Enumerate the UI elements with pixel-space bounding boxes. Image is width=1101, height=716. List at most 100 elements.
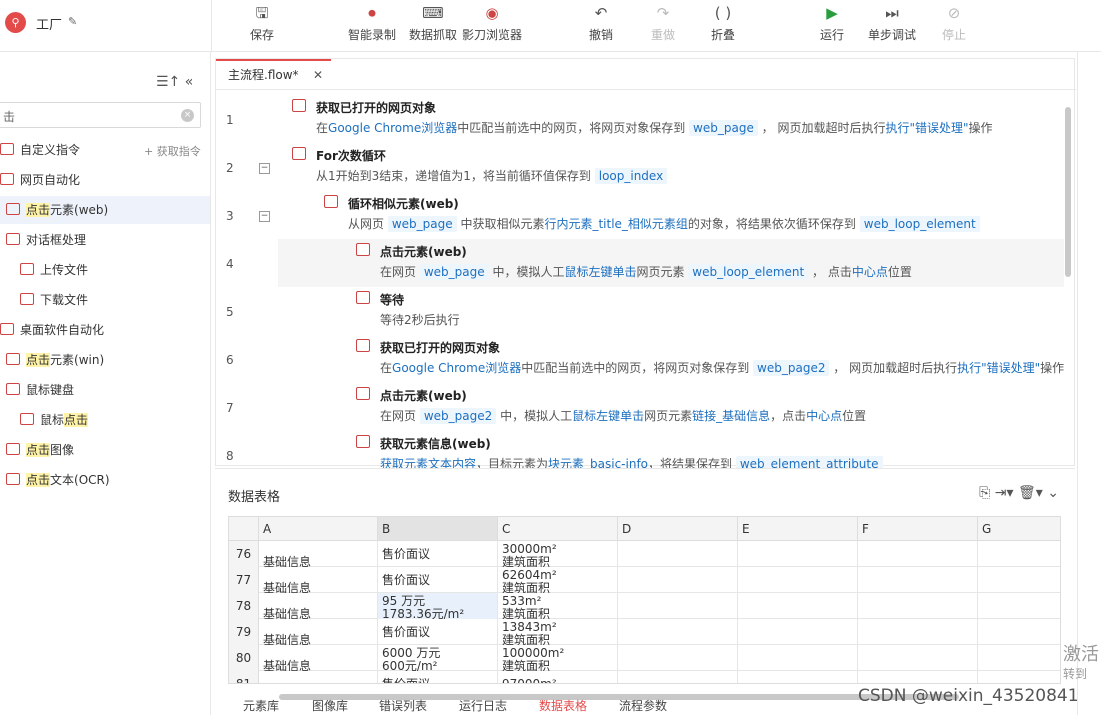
redo-button[interactable]: ↷ 重做 [647,2,679,48]
fold-toggle-icon[interactable]: − [259,163,270,174]
table-cell[interactable] [978,593,1060,619]
table-cell[interactable]: 6000 万元 600元/m² [378,645,498,671]
row-number[interactable]: 77 [229,567,259,593]
sidebar-item[interactable]: 自定义指令 [0,136,210,164]
table-cell[interactable] [978,541,1060,567]
variable-chip[interactable]: web_page [419,264,489,280]
close-tab-icon[interactable]: ✕ [313,61,323,89]
flow-step[interactable]: 3 − 循环相似元素(web) 从网页 web_page 中获取相似元素行内元素_ti… [216,191,1064,239]
bottom-tab[interactable]: 流程参数 [619,697,667,714]
param-link[interactable]: 鼠标左键单击 [572,409,644,423]
save-button[interactable]: 🖫 保存 [246,2,278,48]
stop-button[interactable]: ⊘ 停止 [938,2,970,48]
project-name[interactable]: 工厂 [36,14,62,33]
table-cell[interactable] [618,567,738,593]
instruction-search-input[interactable]: 击 × [0,102,201,128]
variable-chip[interactable]: web_page2 [419,408,497,424]
param-link[interactable]: 执行"错误处理" [957,361,1040,375]
step-debug-button[interactable]: ⏭ 单步调试 [865,2,919,48]
param-link[interactable]: 中心点 [806,409,842,423]
table-cell[interactable] [978,567,1060,593]
column-header[interactable]: G [978,517,1060,541]
table-cell[interactable] [618,645,738,671]
table-cell[interactable] [738,593,858,619]
column-header[interactable]: D [618,517,738,541]
clear-search-icon[interactable]: × [181,109,194,122]
table-cell[interactable]: 基础信息 [259,645,378,671]
sidebar-item[interactable]: 鼠标键盘 [0,376,210,404]
table-cell[interactable]: 13843m² 建筑面积 [498,619,618,645]
table-cell[interactable]: 100000m² 建筑面积 [498,645,618,671]
table-cell[interactable] [618,671,738,683]
table-cell[interactable] [618,593,738,619]
sidebar-item[interactable]: 鼠标点击 [0,406,210,434]
data-capture-button[interactable]: ⌨ 数据抓取 [407,2,459,48]
data-grid[interactable]: A B C D E F G 76 基础信息 售价面议 30000m² 建筑面积 77 基础信息 售价面议 62… [228,516,1061,684]
column-header[interactable]: B [378,517,498,541]
tab-main-flow[interactable]: 主流程.flow* ✕ [216,59,331,89]
edit-project-name-icon[interactable]: ✎ [68,15,77,28]
flow-step[interactable]: 5 等待 等待2秒后执行 [216,287,1064,335]
table-cell[interactable]: 基础信息 [259,619,378,645]
table-cell[interactable] [738,541,858,567]
table-cell[interactable]: 62604m² 建筑面积 [498,567,618,593]
table-cell[interactable] [738,619,858,645]
table-cell[interactable] [978,619,1060,645]
table-cell[interactable] [858,567,978,593]
sidebar-item[interactable]: 点击图像 [0,436,210,464]
record-button[interactable]: ⏺ 智能录制 [346,2,398,48]
table-cell[interactable] [858,671,978,683]
table-cell[interactable] [858,645,978,671]
sidebar-item[interactable]: 点击文本(OCR) [0,466,210,494]
sidebar-item[interactable]: 上传文件 [0,256,210,284]
sidebar-item[interactable]: 桌面软件自动化 [0,316,210,344]
sidebar-item[interactable]: 下载文件 [0,286,210,314]
variable-chip[interactable]: web_loop_element [859,216,980,232]
param-link[interactable]: 执行"错误处理" [885,121,968,135]
table-cell[interactable] [738,645,858,671]
param-link[interactable]: Google Chrome浏览器 [392,361,521,375]
table-cell[interactable] [618,541,738,567]
table-cell[interactable] [618,619,738,645]
param-link[interactable]: 行内元素_title_相似元素组 [544,217,687,231]
run-button[interactable]: ▶ 运行 [816,2,848,48]
table-cell[interactable]: 基础信息 [259,593,378,619]
row-number[interactable]: 76 [229,541,259,567]
sort-collapse-icons[interactable]: ☰↑ « [156,74,193,90]
table-cell[interactable]: 售价面议 [378,619,498,645]
param-link[interactable]: Google Chrome浏览器 [328,121,457,135]
variable-chip[interactable]: web_page2 [753,360,830,376]
bottom-tab[interactable]: 元素库 [243,697,279,714]
flow-step[interactable]: 2 − For次数循环 从1开始到3结束，递增值为1，将当前循环值保存到 loop_i… [216,143,1064,191]
param-link[interactable]: 鼠标左键单击 [564,265,636,279]
table-cell[interactable]: 533m² 建筑面积 [498,593,618,619]
table-cell[interactable]: 售价面议 [378,541,498,567]
variable-chip[interactable]: web_loop_element [688,264,809,280]
table-cell[interactable]: 售价面议 [378,567,498,593]
fold-toggle-icon[interactable]: − [259,211,270,222]
bottom-tab[interactable]: 错误列表 [379,697,427,714]
column-header[interactable]: E [738,517,858,541]
editor-scrollbar[interactable] [1064,97,1072,467]
sidebar-item[interactable]: 点击元素(win) [0,346,210,374]
grid-corner[interactable] [229,517,259,541]
table-cell[interactable]: 基础信息 [259,567,378,593]
table-cell[interactable]: 售价面议 [378,671,498,683]
table-cell[interactable] [858,619,978,645]
column-header[interactable]: F [858,517,978,541]
table-cell[interactable] [738,567,858,593]
column-header[interactable]: C [498,517,618,541]
flow-step[interactable]: 4 点击元素(web) 在网页 web_page 中，模拟人工鼠标左键单击网页元素 … [216,239,1064,287]
table-cell[interactable]: 97000m² [498,671,618,683]
variable-chip[interactable]: web_page [387,216,457,232]
bottom-tab[interactable]: 图像库 [312,697,348,714]
sidebar-item[interactable]: 对话框处理 [0,226,210,254]
table-cell[interactable] [978,645,1060,671]
table-cell[interactable] [738,671,858,683]
table-cell[interactable] [978,671,1060,683]
flow-step[interactable]: 6 获取已打开的网页对象 在Google Chrome浏览器中匹配当前选中的网页，将… [216,335,1064,383]
bottom-tab[interactable]: 运行日志 [459,697,507,714]
browser-button[interactable]: ◉ 影刀浏览器 [460,2,524,48]
panel-action-icons[interactable]: ⎘ ⇥▾ 🗑▾ ⌄ [979,485,1059,501]
flow-step[interactable]: 7 点击元素(web) 在网页 web_page2 中，模拟人工鼠标左键单击网页元素… [216,383,1064,431]
